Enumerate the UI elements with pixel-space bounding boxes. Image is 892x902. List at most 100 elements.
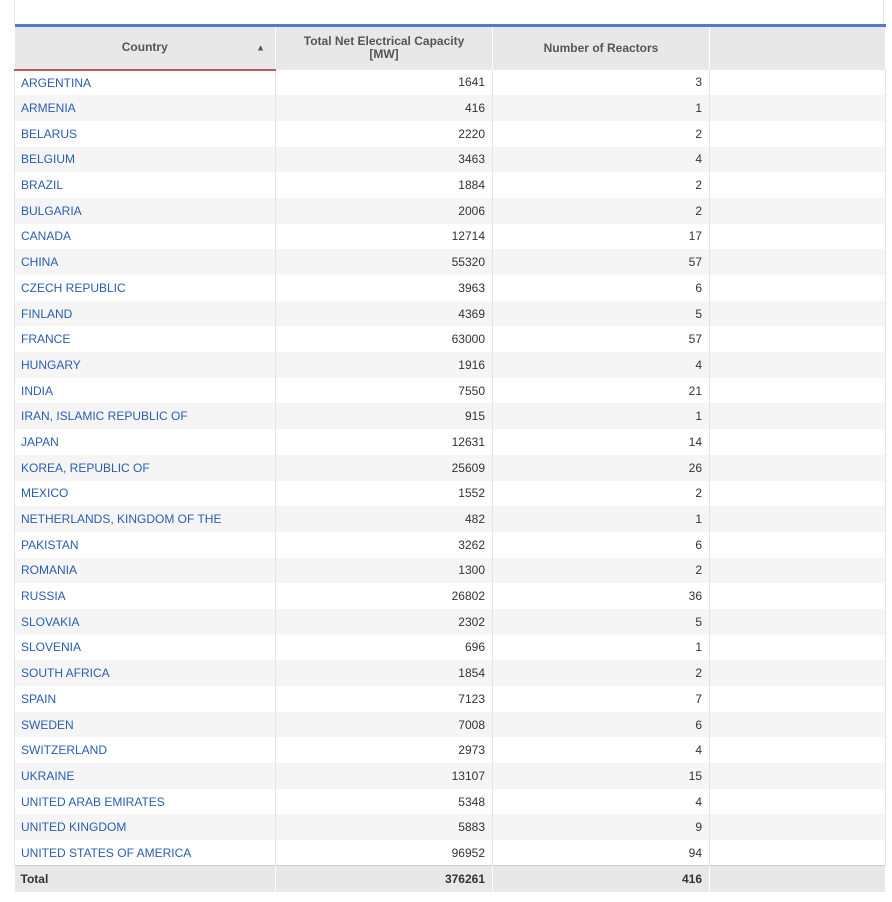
country-cell: SLOVAKIA [14, 608, 276, 635]
reactors-column-header[interactable]: Number of Reactors [492, 24, 710, 70]
country-link[interactable]: UNITED ARAB EMIRATES [21, 795, 165, 809]
country-link[interactable]: BELARUS [21, 127, 77, 141]
table-header-row: Country ▲ Total Net Electrical Capacity … [14, 24, 886, 71]
reactors-cell: 4 [492, 788, 710, 815]
table-body: ARGENTINA 1641 3 ARMENIA 416 1 BELARUS 2220 2 BEL… [14, 69, 886, 866]
country-link[interactable]: ARGENTINA [21, 76, 91, 90]
table-row: ARGENTINA 1641 3 [14, 69, 886, 96]
country-link[interactable]: SPAIN [21, 692, 56, 706]
capacity-cell: 12714 [275, 223, 493, 250]
capacity-cell: 1552 [275, 480, 493, 507]
table-row: SWITZERLAND 2973 4 [14, 737, 886, 764]
country-link[interactable]: SLOVENIA [21, 640, 81, 654]
country-cell: SPAIN [14, 686, 276, 712]
country-link[interactable]: NETHERLANDS, KINGDOM OF THE [21, 512, 221, 526]
country-link[interactable]: UNITED KINGDOM [21, 820, 126, 834]
country-link[interactable]: UKRAINE [21, 769, 74, 783]
country-cell: CZECH REPUBLIC [14, 275, 276, 301]
capacity-cell: 1641 [275, 69, 493, 96]
empty-cell [709, 275, 886, 301]
country-link[interactable]: SWITZERLAND [21, 743, 107, 757]
country-cell: IRAN, ISLAMIC REPUBLIC OF [14, 403, 276, 430]
country-cell: ARGENTINA [14, 69, 276, 96]
capacity-cell: 2973 [275, 737, 493, 764]
table-row: NETHERLANDS, KINGDOM OF THE 482 1 [14, 506, 886, 532]
capacity-cell: 1916 [275, 352, 493, 378]
table-row: SLOVENIA 696 1 [14, 634, 886, 661]
country-column-header[interactable]: Country ▲ [14, 24, 276, 71]
country-link[interactable]: SWEDEN [21, 718, 74, 732]
table-row: CHINA 55320 57 [14, 249, 886, 275]
country-link[interactable]: FINLAND [21, 307, 72, 321]
country-link[interactable]: ROMANIA [21, 563, 77, 577]
country-link[interactable]: CHINA [21, 255, 58, 269]
capacity-cell: 1854 [275, 660, 493, 686]
capacity-cell: 1300 [275, 557, 493, 584]
total-capacity: 376261 [275, 865, 493, 892]
country-link[interactable]: BRAZIL [21, 178, 63, 192]
country-cell: NETHERLANDS, KINGDOM OF THE [14, 506, 276, 532]
reactors-cell: 14 [492, 429, 710, 455]
reactors-cell: 2 [492, 197, 710, 224]
country-cell: ARMENIA [14, 95, 276, 121]
capacity-cell: 25609 [275, 454, 493, 481]
table-row: UNITED STATES OF AMERICA 96952 94 [14, 840, 886, 866]
country-cell: BELGIUM [14, 146, 276, 173]
country-cell: SWEDEN [14, 711, 276, 738]
capacity-cell: 2220 [275, 120, 493, 147]
table-row: INDIA 7550 21 [14, 377, 886, 404]
empty-cell [709, 146, 886, 173]
country-cell: SOUTH AFRICA [14, 660, 276, 686]
capacity-cell: 12631 [275, 429, 493, 455]
table-row: BELGIUM 3463 4 [14, 146, 886, 173]
reactor-table-container: Country ▲ Total Net Electrical Capacity … [14, 24, 886, 892]
table-row: ROMANIA 1300 2 [14, 557, 886, 584]
country-link[interactable]: UNITED STATES OF AMERICA [21, 846, 191, 860]
country-cell: UNITED ARAB EMIRATES [14, 788, 276, 815]
country-link[interactable]: INDIA [21, 384, 53, 398]
empty-cell [709, 531, 886, 558]
country-link[interactable]: IRAN, ISLAMIC REPUBLIC OF [21, 409, 188, 423]
country-link[interactable]: BULGARIA [21, 204, 82, 218]
country-link[interactable]: SOUTH AFRICA [21, 666, 110, 680]
capacity-cell: 3963 [275, 275, 493, 301]
country-link[interactable]: SLOVAKIA [21, 615, 79, 629]
table-total-row: Total 376261 416 [14, 865, 886, 892]
country-cell: UNITED KINGDOM [14, 814, 276, 841]
empty-cell [709, 583, 886, 609]
country-link[interactable]: RUSSIA [21, 589, 66, 603]
empty-cell [709, 69, 886, 96]
reactors-cell: 1 [492, 506, 710, 532]
country-link[interactable]: BELGIUM [21, 152, 75, 166]
country-link[interactable]: JAPAN [21, 435, 59, 449]
capacity-cell: 416 [275, 95, 493, 121]
country-link[interactable]: KOREA, REPUBLIC OF [21, 461, 150, 475]
empty-cell [709, 172, 886, 198]
capacity-cell: 2006 [275, 197, 493, 224]
empty-cell [709, 377, 886, 404]
country-cell: CHINA [14, 249, 276, 275]
country-link[interactable]: CZECH REPUBLIC [21, 281, 126, 295]
country-link[interactable]: FRANCE [21, 332, 70, 346]
reactors-cell: 2 [492, 480, 710, 507]
country-cell: SLOVENIA [14, 634, 276, 661]
capacity-cell: 915 [275, 403, 493, 430]
reactors-cell: 21 [492, 377, 710, 404]
table-row: SOUTH AFRICA 1854 2 [14, 660, 886, 686]
capacity-cell: 55320 [275, 249, 493, 275]
country-cell: HUNGARY [14, 352, 276, 378]
country-cell: KOREA, REPUBLIC OF [14, 454, 276, 481]
country-link[interactable]: MEXICO [21, 486, 68, 500]
table-row: JAPAN 12631 14 [14, 429, 886, 455]
capacity-column-header[interactable]: Total Net Electrical Capacity [MW] [275, 24, 493, 70]
reactors-cell: 2 [492, 120, 710, 147]
country-link[interactable]: ARMENIA [21, 101, 76, 115]
country-link[interactable]: PAKISTAN [21, 538, 79, 552]
country-link[interactable]: CANADA [21, 229, 71, 243]
table-row: HUNGARY 1916 4 [14, 352, 886, 378]
country-cell: JAPAN [14, 429, 276, 455]
empty-cell [709, 737, 886, 764]
country-link[interactable]: HUNGARY [21, 358, 81, 372]
capacity-cell: 96952 [275, 840, 493, 866]
reactors-cell: 4 [492, 352, 710, 378]
